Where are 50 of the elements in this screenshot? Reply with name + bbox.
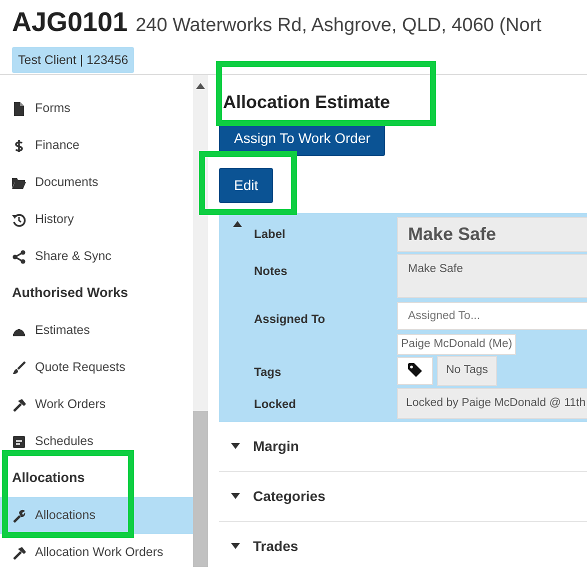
expand-caret-icon[interactable] (231, 493, 240, 500)
section-heading[interactable]: Categories (253, 486, 326, 507)
section-heading[interactable]: Trades (253, 536, 298, 557)
section-heading[interactable]: Margin (253, 436, 299, 457)
tags-value: No Tags (437, 356, 497, 386)
hammer-icon (12, 546, 26, 560)
brush-icon (12, 360, 26, 374)
notes-field[interactable]: Make Safe (397, 254, 587, 298)
sidebar-item[interactable]: Allocation Work Orders (0, 534, 193, 568)
section-title: Allocation Estimate (223, 91, 392, 114)
assigned-to-field[interactable]: Assigned To... (397, 302, 587, 330)
file-icon (12, 102, 26, 116)
share-icon (12, 250, 26, 264)
sidebar-item[interactable]: Allocations (0, 497, 193, 534)
field-label: Notes (254, 264, 288, 278)
sidebar-item[interactable]: Forms (0, 90, 193, 127)
field-label: Tags (254, 365, 282, 380)
tag-icon (407, 362, 423, 378)
field-label: Assigned To (254, 312, 326, 326)
hammer-icon (12, 398, 26, 412)
expand-caret-icon[interactable] (231, 443, 240, 450)
label-field[interactable]: Make Safe (397, 217, 587, 252)
field-label: Locked (254, 396, 296, 410)
field-label: Label (254, 227, 286, 241)
locked-field: Locked by Paige McDonald @ 11th (397, 388, 587, 419)
sidebar-item[interactable]: Finance (0, 127, 193, 164)
expand-caret-icon[interactable] (231, 543, 240, 550)
sidebar-heading: Allocations (11, 469, 86, 488)
job-address: 240 Waterworks Rd, Ashgrove, QLD, 4060 (Nort (136, 14, 542, 38)
history-icon (12, 212, 26, 226)
scroll-up-icon[interactable] (196, 83, 205, 89)
collapse-caret-icon[interactable] (233, 221, 242, 227)
sidebar-item[interactable]: Schedules (0, 423, 193, 460)
sidebar-item[interactable]: Share & Sync (0, 238, 193, 275)
folder-icon (12, 176, 26, 190)
dollar-icon (12, 138, 26, 152)
tag-button[interactable] (397, 356, 433, 385)
edit-button[interactable]: Edit (219, 168, 274, 203)
sidebar-item[interactable]: Quote Requests (0, 349, 193, 386)
client-badge: Test Client | 123456 (12, 46, 134, 74)
sidebar-item[interactable]: Work Orders (0, 386, 193, 423)
job-number: AJG0101 (12, 6, 128, 39)
wrench-icon (12, 508, 26, 522)
sidebar-heading: Authorised Works (11, 284, 130, 302)
scrollbar[interactable] (193, 75, 208, 567)
sidebar-item[interactable]: Estimates (0, 312, 193, 349)
assignee-chip[interactable]: Paige McDonald (Me) (397, 334, 516, 356)
sidebar-item[interactable]: History (0, 201, 193, 238)
sidebar-item[interactable]: Documents (0, 164, 193, 201)
schedule-icon (12, 434, 26, 448)
